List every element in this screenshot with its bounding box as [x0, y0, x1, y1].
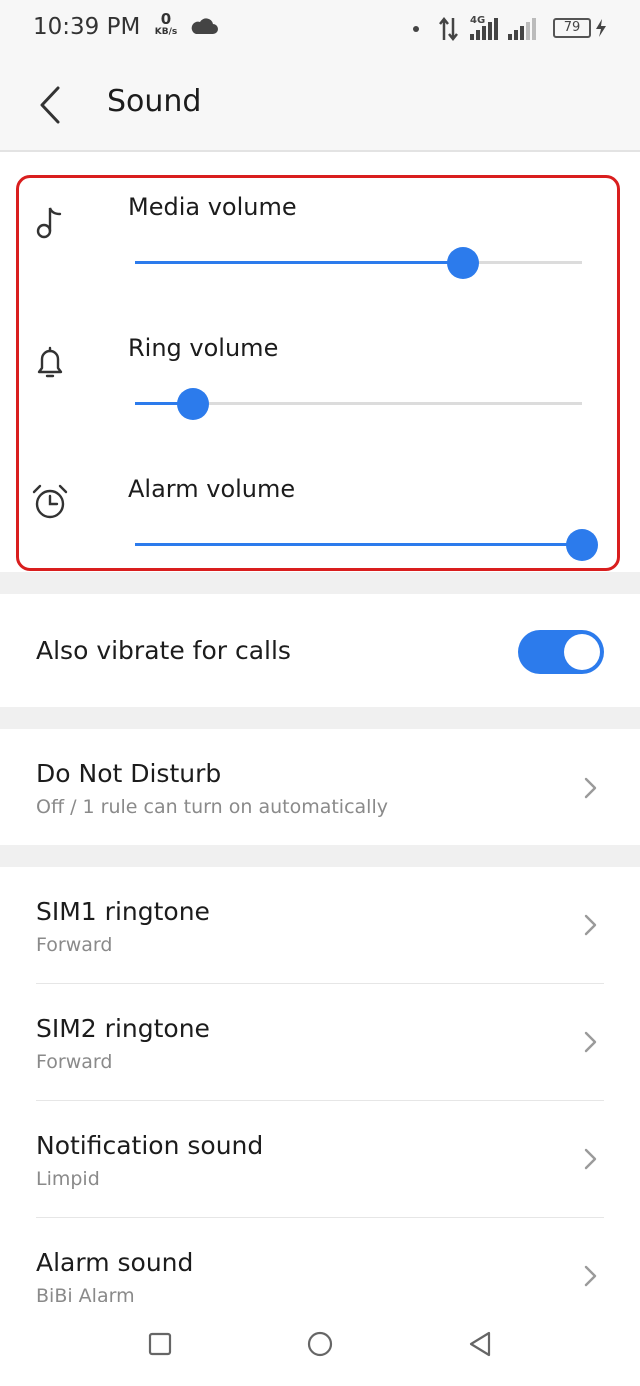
sim2-ringtone-title: SIM2 ringtone — [36, 1014, 210, 1043]
chevron-right-icon — [584, 1148, 597, 1170]
battery-icon: 79 — [553, 18, 591, 38]
sim1-ringtone-value: Forward — [36, 934, 113, 956]
ringtone-list: SIM1 ringtone Forward SIM2 ringtone Forw… — [0, 867, 640, 1302]
vibrate-row[interactable]: Also vibrate for calls — [0, 594, 640, 707]
ring-volume-label: Ring volume — [128, 334, 279, 362]
list-item[interactable]: Alarm sound BiBi Alarm — [0, 1218, 640, 1302]
media-volume-slider[interactable] — [135, 245, 582, 281]
dnd-title: Do Not Disturb — [36, 759, 222, 788]
status-time: 10:39 PM — [33, 14, 141, 40]
dnd-subtitle: Off / 1 rule can turn on automatically — [36, 796, 388, 818]
chevron-right-icon — [584, 1265, 597, 1287]
list-item[interactable]: Notification sound Limpid — [0, 1101, 640, 1217]
section-gap — [0, 707, 640, 729]
alarm-volume-label: Alarm volume — [128, 475, 296, 503]
recents-square-icon[interactable] — [140, 1324, 180, 1364]
dot-icon — [413, 26, 419, 32]
battery-level: 79 — [563, 20, 581, 35]
slider-fill — [135, 261, 464, 264]
sim2-ringtone-value: Forward — [36, 1051, 113, 1073]
section-gap — [0, 572, 640, 594]
app-header: Sound — [0, 60, 640, 152]
notification-sound-value: Limpid — [36, 1168, 100, 1190]
music-note-icon — [36, 207, 62, 239]
slider-thumb[interactable] — [566, 529, 598, 561]
sim1-ringtone-title: SIM1 ringtone — [36, 897, 210, 926]
net-speed: 0 KB/s — [152, 10, 180, 38]
slider-thumb[interactable] — [177, 388, 210, 420]
slider-thumb[interactable] — [447, 247, 480, 279]
vibrate-toggle[interactable] — [518, 630, 604, 674]
data-arrows-icon — [439, 16, 458, 42]
list-item[interactable]: SIM1 ringtone Forward — [0, 867, 640, 983]
chevron-right-icon — [584, 1031, 597, 1053]
net-speed-value: 0 — [160, 10, 172, 28]
notification-sound-title: Notification sound — [36, 1131, 264, 1160]
cloud-icon — [191, 18, 218, 34]
slider-fill — [135, 543, 582, 546]
net-speed-unit: KB/s — [154, 27, 178, 37]
network-type: 4G — [470, 15, 485, 26]
status-bar: 10:39 PM 0 KB/s 4G 79 — [0, 0, 640, 60]
navigation-bar — [0, 1302, 640, 1386]
signal-icon: 4G — [470, 15, 536, 40]
charging-icon — [596, 19, 606, 37]
bell-icon — [37, 346, 63, 378]
home-circle-icon[interactable] — [300, 1324, 340, 1364]
volume-section: Media volume Ring volume Alarm volume — [0, 152, 640, 572]
back-triangle-icon[interactable] — [460, 1324, 500, 1364]
dnd-row[interactable]: Do Not Disturb Off / 1 rule can turn on … — [0, 729, 640, 845]
chevron-right-icon — [584, 777, 597, 799]
alarm-sound-value: BiBi Alarm — [36, 1285, 135, 1302]
section-gap — [0, 845, 640, 867]
vibrate-label: Also vibrate for calls — [36, 636, 291, 665]
alarm-sound-title: Alarm sound — [36, 1248, 194, 1277]
page-title: Sound — [107, 84, 202, 119]
toggle-knob — [564, 634, 600, 670]
ring-volume-slider[interactable] — [135, 386, 582, 422]
chevron-right-icon — [584, 914, 597, 936]
chevron-left-icon[interactable] — [30, 82, 70, 128]
alarm-clock-icon — [32, 484, 68, 519]
alarm-volume-slider[interactable] — [135, 527, 598, 563]
media-volume-label: Media volume — [128, 193, 297, 221]
list-item[interactable]: SIM2 ringtone Forward — [0, 984, 640, 1100]
